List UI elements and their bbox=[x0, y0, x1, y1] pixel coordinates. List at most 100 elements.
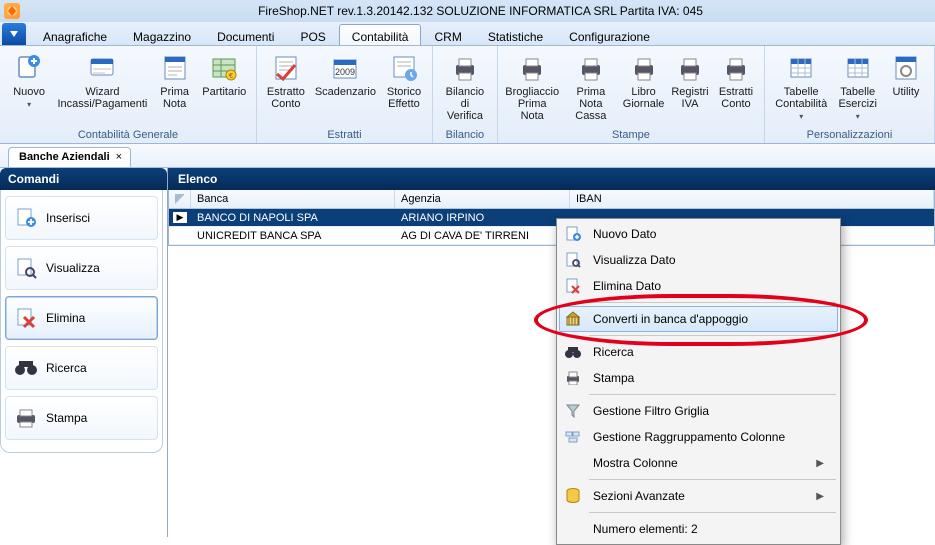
ribbon-group: EstrattoConto2009ScadenzarioStoricoEffet… bbox=[257, 46, 433, 143]
delete-doc-icon bbox=[14, 307, 38, 329]
history-icon bbox=[388, 52, 420, 84]
context-menu-item[interactable]: Elimina Dato bbox=[559, 273, 838, 299]
ribbon-button[interactable]: Utility bbox=[884, 50, 928, 125]
ribbon-button[interactable]: TabelleContabilità ▾ bbox=[771, 50, 832, 125]
svg-text:2009: 2009 bbox=[335, 67, 355, 77]
context-menu-label: Gestione Filtro Griglia bbox=[593, 404, 709, 418]
ribbon-group: Bilanciodi Verifica Bilancio bbox=[433, 46, 498, 143]
context-menu-item[interactable]: Mostra Colonne▶ bbox=[559, 450, 838, 476]
command-label: Ricerca bbox=[46, 361, 87, 375]
note-icon bbox=[159, 52, 191, 84]
ribbon-button-label: WizardIncassi/Pagamenti bbox=[57, 86, 147, 110]
menu-tab-crm[interactable]: CRM bbox=[421, 24, 474, 45]
context-menu-item[interactable]: Ricerca bbox=[559, 339, 838, 365]
left-panel-header: Comandi bbox=[0, 168, 167, 190]
ribbon-button[interactable]: 2009Scadenzario bbox=[311, 50, 380, 112]
menu-tab-configurazione[interactable]: Configurazione bbox=[556, 24, 663, 45]
printer-small-icon bbox=[14, 407, 38, 429]
context-menu-item[interactable]: Sezioni Avanzate▶ bbox=[559, 483, 838, 509]
context-menu-item[interactable]: Stampa bbox=[559, 365, 838, 391]
context-menu-item[interactable]: Gestione Raggruppamento Colonne bbox=[559, 424, 838, 450]
context-menu-item[interactable]: Visualizza Dato bbox=[559, 247, 838, 273]
ribbon-group-caption: Personalizzazioni bbox=[771, 129, 928, 141]
ribbon-group: BrogliaccioPrima NotaPrima NotaCassa Libr… bbox=[498, 46, 765, 143]
doc-tab-banche-aziendali[interactable]: Banche Aziendali × bbox=[8, 147, 131, 167]
ribbon-group: TabelleContabilità ▾TabelleEsercizi ▾ Uti… bbox=[765, 46, 935, 143]
magnify-doc-icon bbox=[14, 257, 38, 279]
ribbon-button-label: PrimaNota bbox=[160, 86, 189, 110]
blank-icon bbox=[563, 519, 583, 539]
context-menu[interactable]: Nuovo Dato Visualizza DatoElimina Dato Con… bbox=[556, 218, 841, 545]
context-menu-label: Nuovo Dato bbox=[593, 227, 656, 241]
plus-doc-icon bbox=[14, 207, 38, 229]
ribbon-button[interactable]: BrogliaccioPrima Nota bbox=[504, 50, 561, 124]
doc-view-icon bbox=[563, 250, 583, 270]
command-item[interactable]: Elimina bbox=[5, 296, 158, 340]
ribbon-button[interactable]: StoricoEffetto bbox=[382, 50, 426, 112]
utility-icon bbox=[890, 52, 922, 84]
left-panel: Comandi Inserisci Visualizza Elimina Ricerc… bbox=[0, 168, 168, 537]
ribbon-button[interactable]: PrimaNota bbox=[153, 50, 197, 113]
context-menu-item[interactable]: Numero elementi: 2 bbox=[559, 516, 838, 542]
cell-agenzia: AG DI CAVA DE' TIRRENI bbox=[395, 227, 570, 244]
column-agenzia[interactable]: Agenzia bbox=[395, 190, 570, 208]
ribbon-button-label: Bilanciodi Verifica bbox=[443, 86, 487, 122]
context-menu-item[interactable]: Converti in banca d'appoggio bbox=[559, 306, 838, 332]
funnel-icon bbox=[563, 401, 583, 421]
context-menu-item[interactable]: Nuovo Dato bbox=[559, 221, 838, 247]
menu-tab-documenti[interactable]: Documenti bbox=[204, 24, 287, 45]
ribbon-button-label: TabelleEsercizi ▾ bbox=[837, 86, 878, 123]
command-item[interactable]: Stampa bbox=[5, 396, 158, 440]
printer-icon bbox=[628, 52, 660, 84]
context-menu-item[interactable]: Gestione Filtro Griglia bbox=[559, 398, 838, 424]
app-menu-button[interactable] bbox=[2, 23, 26, 45]
group-icon bbox=[563, 427, 583, 447]
ribbon-button-label: TabelleContabilità ▾ bbox=[775, 86, 828, 123]
bank-icon bbox=[563, 309, 583, 329]
menu-separator bbox=[589, 302, 836, 303]
column-banca[interactable]: Banca bbox=[191, 190, 395, 208]
ribbon-group-caption: Stampe bbox=[504, 129, 758, 141]
ribbon-button[interactable]: Prima NotaCassa bbox=[563, 50, 620, 124]
title-bar: FireShop.NET rev.1.3.20142.132 SOLUZIONE… bbox=[0, 0, 935, 22]
ribbon-button[interactable]: TabelleEsercizi ▾ bbox=[833, 50, 882, 125]
menu-separator bbox=[589, 394, 836, 395]
table-icon bbox=[785, 52, 817, 84]
menu-tab-magazzino[interactable]: Magazzino bbox=[120, 24, 204, 45]
menu-tab-statistiche[interactable]: Statistiche bbox=[475, 24, 556, 45]
printer-icon bbox=[575, 52, 607, 84]
menu-separator bbox=[589, 479, 836, 480]
ribbon-button[interactable]: EstrattoConto bbox=[263, 50, 309, 112]
ribbon-button[interactable]: EstrattiConto bbox=[714, 50, 758, 124]
ribbon-group-caption: Estratti bbox=[263, 129, 426, 141]
ribbon-group: Nuovo ▾WizardIncassi/Pagamenti PrimaNota €… bbox=[0, 46, 257, 143]
db-icon bbox=[563, 486, 583, 506]
ribbon-button-label: Prima NotaCassa bbox=[567, 86, 616, 122]
svg-text:€: € bbox=[229, 73, 233, 80]
ribbon-button[interactable]: Nuovo ▾ bbox=[6, 50, 52, 113]
row-indicator bbox=[169, 227, 191, 244]
ribbon-button[interactable]: €Partitario bbox=[199, 50, 250, 113]
command-item[interactable]: Inserisci bbox=[5, 196, 158, 240]
document-tab-strip: Banche Aziendali × bbox=[0, 144, 935, 168]
ribbon-button-label: LibroGiornale bbox=[623, 86, 665, 110]
printer-icon bbox=[720, 52, 752, 84]
binoculars-icon bbox=[14, 357, 38, 379]
ribbon-button[interactable]: LibroGiornale bbox=[621, 50, 666, 124]
context-menu-label: Ricerca bbox=[593, 345, 634, 359]
menu-tab-contabilita[interactable]: Contabilità bbox=[339, 24, 422, 45]
menu-tab-pos[interactable]: POS bbox=[287, 24, 338, 45]
close-icon[interactable]: × bbox=[116, 151, 122, 163]
command-item[interactable]: Ricerca bbox=[5, 346, 158, 390]
ribbon-button[interactable]: WizardIncassi/Pagamenti bbox=[54, 50, 150, 113]
column-iban[interactable]: IBAN bbox=[570, 190, 934, 208]
ribbon-button[interactable]: RegistriIVA bbox=[668, 50, 712, 124]
ribbon-button-label: Utility bbox=[893, 86, 920, 98]
ribbon-button[interactable]: Bilanciodi Verifica bbox=[439, 50, 491, 124]
command-list: Inserisci Visualizza Elimina Ricerca Stampa bbox=[0, 190, 163, 453]
menu-strip: Anagrafiche Magazzino Documenti POS Cont… bbox=[0, 22, 935, 46]
command-item[interactable]: Visualizza bbox=[5, 246, 158, 290]
ribbon-group-caption: Bilancio bbox=[439, 129, 491, 141]
menu-tab-anagrafiche[interactable]: Anagrafiche bbox=[30, 24, 120, 45]
row-selector-header[interactable] bbox=[169, 190, 191, 208]
